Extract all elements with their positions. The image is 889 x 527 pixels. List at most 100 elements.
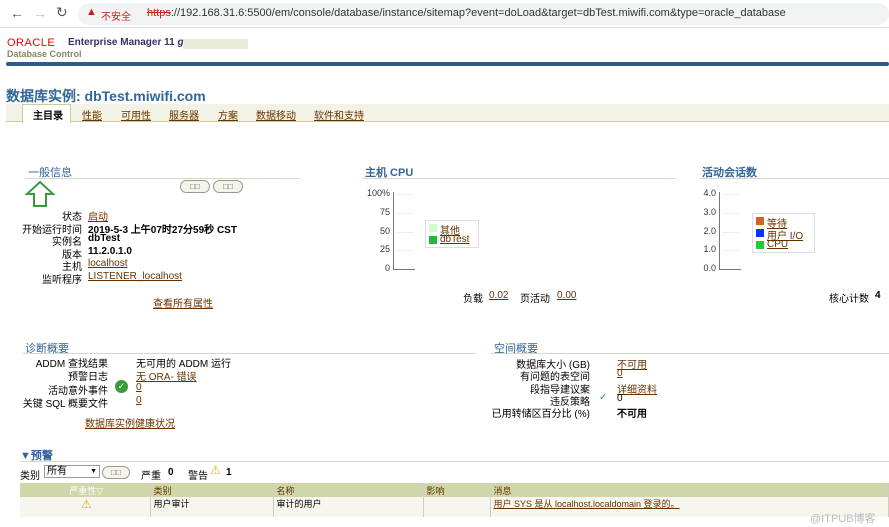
critical-label: 严重 [141,471,161,482]
security-warning[interactable]: 不安全 [101,8,131,23]
x-axis [719,269,741,270]
y-tick-label: 50 [379,225,390,236]
legend-item[interactable]: dbTest [440,234,469,245]
legend-item[interactable]: CPU [767,239,788,250]
general-button-2[interactable]: □□ [213,180,243,193]
diag-value[interactable]: 无 ORA- 错误 [136,368,197,383]
table-row: ⚠ 用户审计 审计的用户 用户 SYS 是从 localhost.localdo… [20,497,889,517]
diag-value[interactable]: 0 [136,395,142,406]
reload-icon[interactable]: ↻ [56,4,68,21]
url: https://192.168.31.6:5500/em/console/dat… [147,7,786,19]
critical-count: 0 [168,467,174,478]
gridline [396,194,414,195]
warning-count: 1 [226,467,232,478]
view-all-properties-link[interactable]: 查看所有属性 [153,295,213,310]
tab-performance[interactable]: 性能 [82,107,102,122]
category-select[interactable]: 所有 ▼ [44,465,100,478]
oracle-logo: ORACLE [7,37,56,49]
gridline [722,212,740,214]
policy-check-icon: ✓ [599,392,608,403]
y-tick-label: 1.0 [703,244,716,255]
space-value: 0 [617,392,623,404]
legend-swatch [429,224,437,232]
go-button[interactable]: □□ [102,466,130,479]
gridline [396,250,414,252]
divider [20,461,889,462]
y-tick-label: 3.0 [703,206,716,217]
divider [362,178,676,179]
up-arrow-icon [25,180,55,207]
message-link[interactable]: 用户 SYS 是从 localhost.localdomain 登录的。 [494,499,680,509]
legend-swatch [429,236,437,244]
diag-label: 关键 SQL 概要文件 [22,398,108,410]
blurred-region [183,39,248,49]
warning-icon: ⚠ [80,497,92,511]
divider [491,353,889,354]
diag-value[interactable]: 0 [136,382,142,393]
y-axis [393,192,394,269]
url-rest: ://192.168.31.6:5500/em/console/database… [170,7,786,19]
paging-label: 页活动 [520,294,550,305]
cores-label: 核心计数 [829,294,869,305]
gridline [722,250,740,252]
y-tick-label: 0 [384,263,390,273]
y-tick-label: 100% [366,188,390,198]
load-label: 负载 [463,294,483,305]
gridline [396,231,414,233]
product-label: Enterprise Manager 11 [68,37,175,48]
product-sub: Database Control [7,49,82,59]
db-health-link[interactable]: 数据库实例健康状况 [85,415,175,430]
product-name: Enterprise Manager 11 g [68,37,184,48]
back-icon[interactable]: ← [10,5,24,21]
watermark: @ITPUB博客 [810,513,876,525]
impact-cell [423,497,491,517]
paging-value[interactable]: 0.00 [557,290,576,301]
gridline [722,231,740,233]
category-value: 所有 [47,466,67,477]
col-severity[interactable]: 严重性▽ [20,483,151,497]
x-axis [393,269,415,270]
divider [700,178,889,179]
legend-swatch [756,217,764,225]
load-value[interactable]: 0.02 [489,290,508,301]
y-tick-label: 2.0 [703,225,716,236]
divider [25,178,300,179]
info-value: dbTest [88,233,121,245]
tab-software-support[interactable]: 软件和支持 [314,107,364,122]
forward-icon[interactable]: → [33,5,47,21]
gridline [396,212,414,214]
tab-schema[interactable]: 方案 [218,107,238,122]
incident-ok-icon: ✓ [115,380,128,393]
chevron-down-icon: ▼ [90,468,97,475]
col-category: 类别 [150,483,274,497]
tab-data-movement[interactable]: 数据移动 [256,107,296,122]
info-value[interactable]: LISTENER_localhost [88,271,182,282]
info-value: 11.2.0.1.0 [88,245,132,257]
warning-icon: ⚠ [210,463,221,477]
tab-server[interactable]: 服务器 [169,107,199,122]
url-scheme: https [147,7,171,19]
tab-availability[interactable]: 可用性 [121,107,151,122]
category-cell: 用户审计 [150,497,274,517]
space-value[interactable]: 详细资料 [617,381,657,396]
y-tick-label: 0.0 [703,263,716,273]
space-value[interactable]: 0 [617,368,623,379]
y-tick-label: 75 [379,206,390,217]
divider [22,353,476,354]
col-message: 消息 [490,483,889,497]
warning-label: 警告 [188,471,208,482]
table-header: 严重性▽ 类别 名称 影响 消息 [20,483,889,497]
y-axis [719,192,720,269]
category-label: 类别 [20,471,40,482]
space-label: 已用转储区百分比 (%) [491,409,590,421]
legend-swatch [756,241,764,249]
info-label: 监听程序 [42,275,82,286]
gridline [722,194,740,195]
tab-home-label[interactable]: 主目录 [33,107,63,122]
general-button-1[interactable]: □□ [180,180,210,193]
col-impact: 影响 [423,483,491,497]
brand-bar [6,62,889,66]
y-tick-label: 4.0 [703,188,716,198]
y-tick-label: 25 [379,244,390,255]
info-value[interactable]: localhost [88,258,127,269]
